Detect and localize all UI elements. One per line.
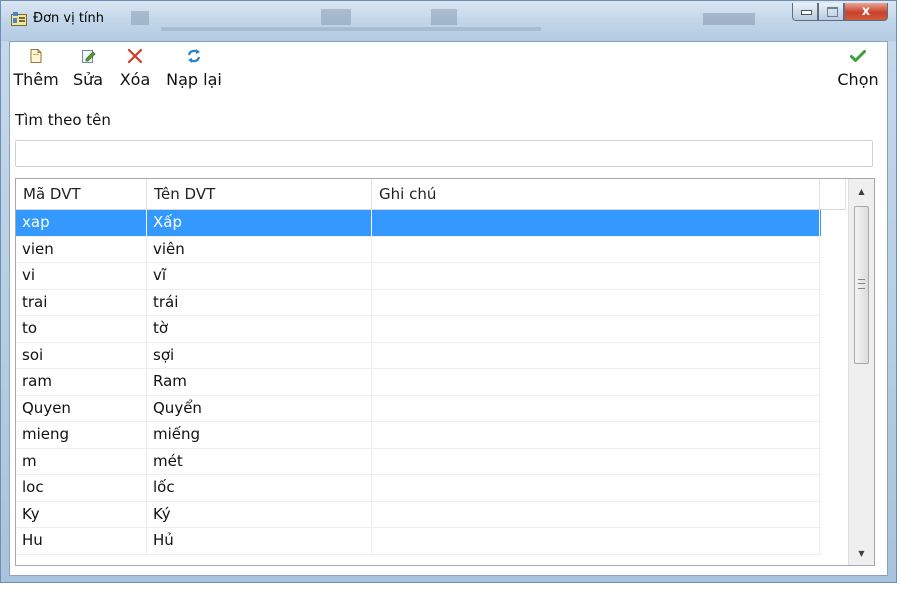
table-row[interactable]: loc lốc — [16, 475, 821, 502]
cell-code: xap — [16, 210, 147, 236]
window-title: Đơn vị tính — [33, 11, 105, 26]
delete-x-icon — [127, 48, 143, 64]
cell-code: Ky — [16, 501, 147, 527]
cell-note — [372, 289, 820, 315]
table-row[interactable]: ram Ram — [16, 369, 821, 396]
cell-name: mét — [147, 448, 372, 474]
cell-name: Ram — [147, 369, 372, 395]
select-button-label: Chọn — [837, 70, 879, 89]
cell-code: loc — [16, 475, 147, 501]
refresh-icon — [187, 49, 201, 63]
cell-note — [372, 422, 820, 448]
column-header-note[interactable]: Ghi chú — [372, 179, 820, 209]
reload-button-label: Nạp lại — [166, 70, 222, 89]
cell-name: Ký — [147, 501, 372, 527]
minimize-icon — [801, 10, 812, 15]
edit-icon — [82, 50, 96, 63]
scroll-grip-icon — [858, 279, 865, 289]
scroll-down-arrow-icon[interactable]: ▼ — [849, 545, 874, 563]
cell-code: vien — [16, 236, 147, 262]
cell-note — [372, 475, 820, 501]
delete-button[interactable]: Xóa — [116, 48, 154, 89]
column-header-name[interactable]: Tên DVT — [147, 179, 372, 209]
table-row[interactable]: Ky Ký — [16, 501, 821, 528]
cell-note — [372, 369, 820, 395]
add-button-label: Thêm — [13, 70, 59, 89]
close-icon: x — [861, 4, 871, 19]
cell-note — [372, 236, 820, 262]
cell-note — [372, 263, 820, 289]
toolbar: Thêm Sửa Xóa Nạp lại Chọn — [10, 42, 887, 96]
cell-note — [372, 342, 820, 368]
maximize-button[interactable] — [818, 3, 844, 21]
vertical-scrollbar[interactable]: ▲ ▼ — [848, 179, 874, 565]
cell-code: vi — [16, 263, 147, 289]
cell-name: lốc — [147, 475, 372, 501]
cell-code: Hu — [16, 528, 147, 554]
units-grid: Mã DVT Tên DVT Ghi chú xap Xấp vien viên vi v… — [15, 178, 875, 566]
select-button[interactable]: Chọn — [834, 48, 882, 89]
window-controls: x — [792, 3, 888, 23]
cell-note — [372, 528, 820, 554]
table-row[interactable]: Hu Hủ — [16, 528, 821, 555]
reload-button[interactable]: Nạp lại — [162, 48, 226, 89]
cell-name: Xấp — [147, 210, 372, 236]
cell-code: m — [16, 448, 147, 474]
cell-name: tờ — [147, 316, 372, 342]
column-header-filler — [820, 179, 846, 209]
minimize-button[interactable] — [792, 3, 818, 21]
background-blur — [121, 7, 581, 33]
cell-name: viên — [147, 236, 372, 262]
search-input[interactable] — [15, 140, 873, 167]
table-row[interactable]: xap Xấp — [16, 210, 821, 237]
cell-code: mieng — [16, 422, 147, 448]
cell-name: Hủ — [147, 528, 372, 554]
cell-code: to — [16, 316, 147, 342]
cell-note — [372, 316, 820, 342]
cell-note — [372, 501, 820, 527]
client-area: Thêm Sửa Xóa Nạp lại Chọn Tìm theo tên M… — [9, 41, 888, 576]
cell-code: Quyen — [16, 395, 147, 421]
table-row[interactable]: m mét — [16, 448, 821, 475]
title-bar[interactable]: Đơn vị tính x — [1, 1, 896, 41]
background-blur — [701, 9, 761, 35]
column-header-code[interactable]: Mã DVT — [16, 179, 147, 209]
maximize-icon — [827, 7, 838, 17]
cell-code: ram — [16, 369, 147, 395]
close-button[interactable]: x — [844, 3, 888, 21]
delete-button-label: Xóa — [119, 70, 151, 89]
search-label: Tìm theo tên — [15, 111, 111, 129]
edit-button-label: Sửa — [72, 70, 104, 89]
checkmark-icon — [850, 50, 866, 62]
table-row[interactable]: vi vĩ — [16, 263, 821, 290]
table-row[interactable]: to tờ — [16, 316, 821, 343]
cell-note — [372, 395, 820, 421]
cell-code: soi — [16, 342, 147, 368]
cell-name: vĩ — [147, 263, 372, 289]
cell-name: miếng — [147, 422, 372, 448]
cell-name: sợi — [147, 342, 372, 368]
table-row[interactable]: soi sợi — [16, 342, 821, 369]
table-row[interactable]: mieng miếng — [16, 422, 821, 449]
table-row[interactable]: trai trái — [16, 289, 821, 316]
table-row[interactable]: vien viên — [16, 236, 821, 263]
dialog-window: Đơn vị tính x Thêm Sửa Xóa Nạp lại Chọn … — [0, 0, 897, 583]
cell-name: trái — [147, 289, 372, 315]
edit-button[interactable]: Sửa — [68, 48, 108, 89]
cell-note — [372, 210, 820, 236]
grid-rows: xap Xấp vien viên vi vĩ trai trái to tờ soi sợi ram R… — [16, 210, 821, 555]
cell-note — [372, 448, 820, 474]
scroll-up-arrow-icon[interactable]: ▲ — [849, 183, 874, 201]
add-button[interactable]: Thêm — [12, 48, 60, 89]
grid-header: Mã DVT Tên DVT Ghi chú — [16, 179, 846, 210]
new-document-icon — [30, 49, 42, 63]
app-icon — [11, 12, 27, 26]
cell-name: Quyển — [147, 395, 372, 421]
table-row[interactable]: Quyen Quyển — [16, 395, 821, 422]
cell-code: trai — [16, 289, 147, 315]
scroll-thumb[interactable] — [854, 206, 869, 364]
